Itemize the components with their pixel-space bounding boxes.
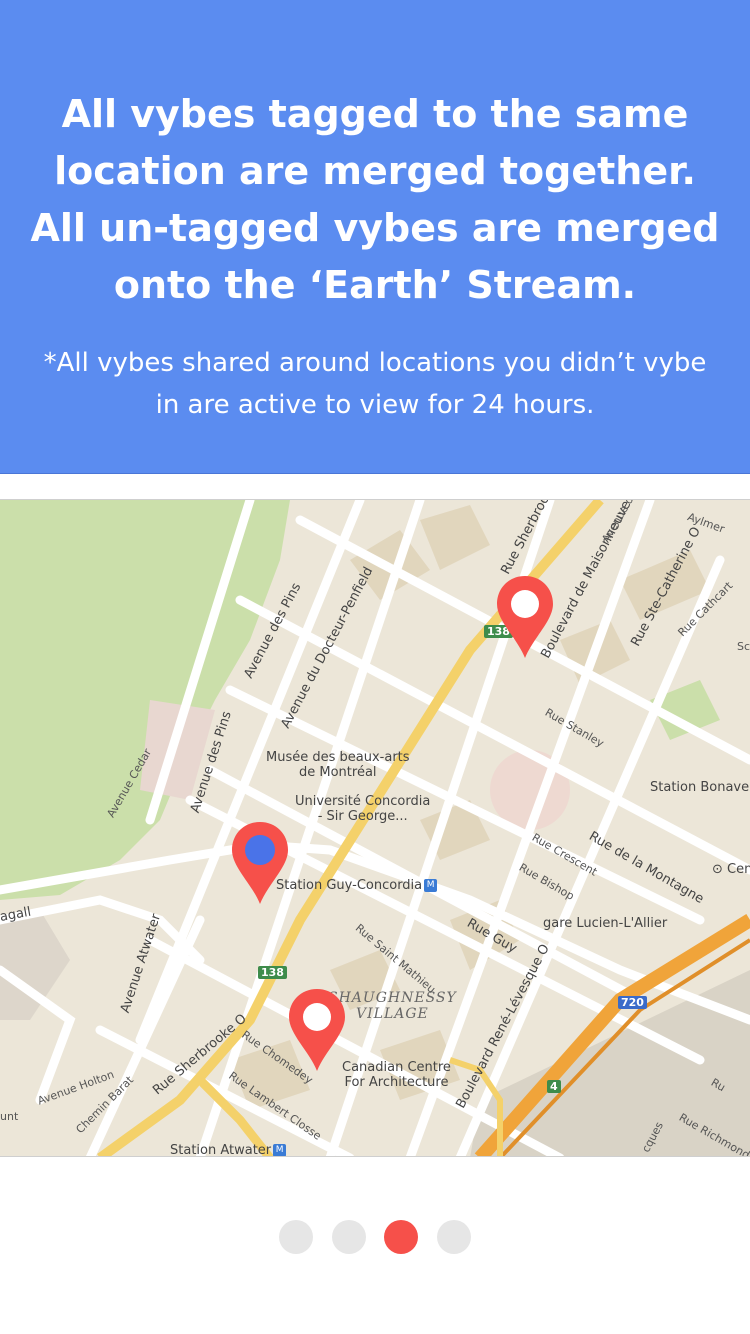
label-unt: unt [0,1110,19,1123]
label-musee: Musée des beaux-arts de Montréal [266,750,410,780]
headline-text: All vybes tagged to the same location ar… [30,92,720,307]
label-lucien-lallier: gare Lucien-L'Allier [543,916,668,931]
page-indicator [0,1220,750,1256]
metro-icon: M [273,1144,287,1156]
label-station-atwater-text: Station Atwater [170,1143,272,1157]
label-shaughnessy: SHAUGHNESSY VILLAGE [328,990,457,1022]
label-ce-text: Cen [727,862,750,877]
intro-header: All vybes tagged to the same location ar… [0,0,750,474]
page-dot-4[interactable] [436,1220,471,1254]
location-pin-icon[interactable] [287,989,347,1079]
page-dot-1[interactable] [279,1220,314,1254]
page-dot-2[interactable] [331,1220,366,1254]
metro-icon: M [424,879,438,892]
label-sc: Sc [737,640,750,653]
current-location-pin-icon[interactable] [230,822,290,912]
route-4-shield: 4 [547,1080,561,1093]
label-concordia: Université Concordia - Sir George... [295,794,431,824]
map-view[interactable]: Rue Sherbrooke O Boulevard de Maisonneuv… [0,499,750,1157]
label-centre: ⊙ Cen [712,862,750,877]
location-pin-icon[interactable] [495,576,555,666]
label-station-guy: Station Guy-Concordia M [276,878,438,893]
route-720-shield: 720 [618,996,647,1009]
page-dot-3-active[interactable] [384,1220,419,1254]
label-station-guy-text: Station Guy-Concordia [276,878,423,893]
label-station-bonaventure: Station Bonaver [650,780,750,795]
map-graphic [0,500,750,1156]
label-cca: Canadian Centre For Architecture [342,1060,451,1090]
route-138-shield-bottom: 138 [258,966,287,979]
footnote-text: *All vybes shared around locations you d… [43,348,707,420]
label-station-atwater: Station Atwater M [170,1143,287,1157]
